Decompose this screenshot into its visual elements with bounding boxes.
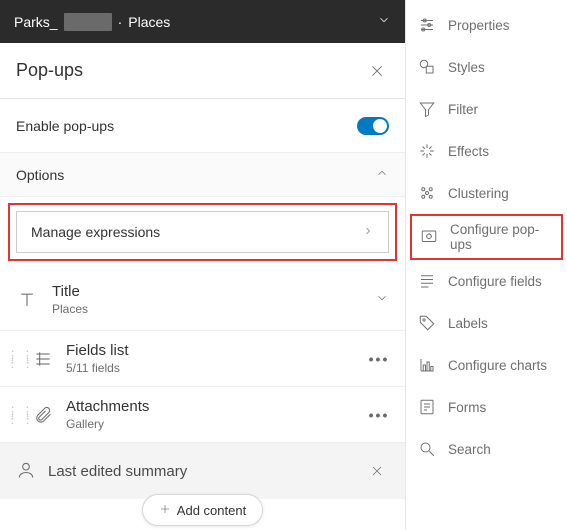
title-item-sub: Places bbox=[52, 302, 361, 316]
tool-label: Styles bbox=[448, 60, 485, 75]
properties-icon bbox=[418, 16, 436, 34]
last-edited-summary-label: Last edited summary bbox=[48, 463, 353, 480]
effects-icon bbox=[418, 142, 436, 160]
tool-label: Forms bbox=[448, 400, 486, 415]
tool-label: Configure charts bbox=[448, 358, 547, 373]
styles-icon bbox=[418, 58, 436, 76]
enable-popups-toggle[interactable] bbox=[357, 117, 389, 135]
tool-label: Filter bbox=[448, 102, 478, 117]
tool-effects[interactable]: Effects bbox=[406, 130, 567, 172]
layer-separator-dot: · bbox=[118, 14, 123, 30]
configure-popups-icon bbox=[420, 228, 438, 246]
tool-label: Effects bbox=[448, 144, 489, 159]
popups-panel: Parks_ · Places Pop-ups Enable pop-ups bbox=[0, 0, 406, 530]
close-panel-button[interactable] bbox=[365, 59, 389, 83]
enable-popups-row: Enable pop-ups bbox=[0, 99, 405, 153]
options-header[interactable]: Options bbox=[0, 153, 405, 197]
tool-clustering[interactable]: Clustering bbox=[406, 172, 567, 214]
drag-handle-icon[interactable]: ⋮⋮⋮⋮ bbox=[6, 408, 20, 422]
add-content-label: Add content bbox=[177, 503, 246, 518]
toggle-knob bbox=[373, 119, 387, 133]
add-content-button[interactable]: Add content bbox=[142, 494, 263, 526]
forms-icon bbox=[418, 398, 436, 416]
filter-icon bbox=[418, 100, 436, 118]
attachments-actions[interactable]: ••• bbox=[365, 407, 393, 423]
chevron-right-icon bbox=[362, 224, 374, 240]
tool-forms[interactable]: Forms bbox=[406, 386, 567, 428]
tool-search[interactable]: Search bbox=[406, 428, 567, 470]
fields-list-label: Fields list bbox=[66, 342, 355, 359]
manage-expressions-button[interactable]: Manage expressions bbox=[16, 211, 389, 253]
options-label: Options bbox=[16, 167, 64, 183]
tool-label: Configure fields bbox=[448, 274, 542, 289]
layer-name-part-b: Places bbox=[128, 14, 170, 30]
panel-title-row: Pop-ups bbox=[0, 43, 405, 99]
highlight-manage-expressions: Manage expressions bbox=[8, 203, 397, 261]
tool-configure-charts[interactable]: Configure charts bbox=[406, 344, 567, 386]
title-item-label: Title bbox=[52, 283, 361, 300]
attachments-label: Attachments bbox=[66, 398, 355, 415]
popup-title-item[interactable]: Title Places bbox=[0, 269, 405, 331]
layer-selector-bar[interactable]: Parks_ · Places bbox=[0, 0, 405, 43]
tool-configure-popups[interactable]: Configure pop-ups bbox=[410, 214, 563, 260]
attachments-item[interactable]: ⋮⋮⋮⋮ Attachments Gallery ••• bbox=[0, 387, 405, 443]
redacted-segment bbox=[64, 13, 112, 31]
tool-label: Properties bbox=[448, 18, 510, 33]
tool-label: Configure pop-ups bbox=[450, 222, 553, 252]
fields-list-sub: 5/11 fields bbox=[66, 361, 355, 375]
chevron-up-icon bbox=[375, 166, 389, 183]
labels-icon bbox=[418, 314, 436, 332]
person-icon bbox=[16, 460, 36, 483]
chevron-down-icon[interactable] bbox=[377, 13, 391, 30]
tool-properties[interactable]: Properties bbox=[406, 4, 567, 46]
tool-label: Clustering bbox=[448, 186, 509, 201]
close-summary-button[interactable] bbox=[365, 459, 389, 483]
drag-handle-icon[interactable]: ⋮⋮⋮⋮ bbox=[6, 352, 20, 366]
attachments-icon bbox=[30, 405, 56, 425]
attachments-sub: Gallery bbox=[66, 417, 355, 431]
search-icon bbox=[418, 440, 436, 458]
panel-title: Pop-ups bbox=[16, 60, 83, 81]
configure-fields-icon bbox=[418, 272, 436, 290]
fields-list-actions[interactable]: ••• bbox=[365, 351, 393, 367]
chevron-down-icon[interactable] bbox=[375, 291, 389, 308]
fields-list-item[interactable]: ⋮⋮⋮⋮ Fields list 5/11 fields ••• bbox=[0, 331, 405, 387]
clustering-icon bbox=[418, 184, 436, 202]
title-icon bbox=[16, 290, 38, 310]
manage-expressions-label: Manage expressions bbox=[31, 224, 160, 240]
tool-label: Labels bbox=[448, 316, 488, 331]
last-edited-summary-row: Last edited summary bbox=[0, 443, 405, 499]
configure-charts-icon bbox=[418, 356, 436, 374]
fields-list-icon bbox=[30, 349, 56, 369]
enable-popups-label: Enable pop-ups bbox=[16, 118, 114, 134]
layer-name-part-a: Parks_ bbox=[14, 14, 58, 30]
tool-styles[interactable]: Styles bbox=[406, 46, 567, 88]
plus-icon bbox=[159, 503, 171, 518]
tool-filter[interactable]: Filter bbox=[406, 88, 567, 130]
layer-tools-sidebar: Properties Styles Filter Effects Cluster bbox=[406, 0, 567, 530]
tool-label: Search bbox=[448, 442, 491, 457]
tool-labels[interactable]: Labels bbox=[406, 302, 567, 344]
tool-configure-fields[interactable]: Configure fields bbox=[406, 260, 567, 302]
